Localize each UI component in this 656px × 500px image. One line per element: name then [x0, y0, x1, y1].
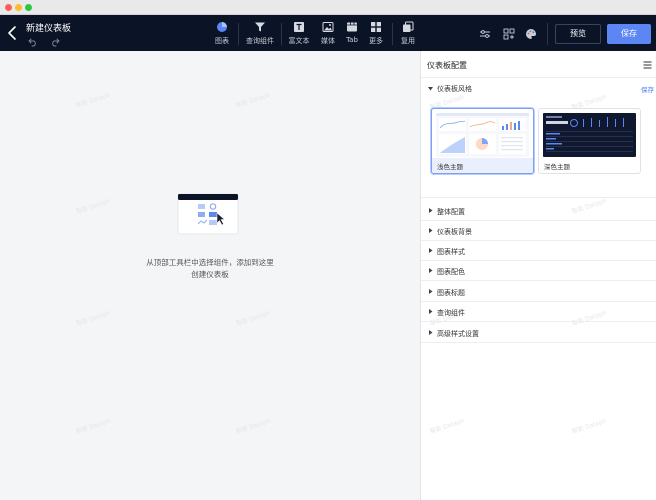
watermark: 智能 Dataph	[75, 309, 112, 328]
filter-icon	[255, 22, 265, 32]
caret-down-icon[interactable]	[428, 86, 433, 91]
tool-tab[interactable]: Tab	[343, 21, 361, 49]
watermark: 智能 Dataph	[75, 91, 112, 110]
section-dashboard-background-label: 仪表板背景	[437, 228, 472, 236]
tool-reuse-label: 复用	[401, 37, 415, 45]
tool-tab-label: Tab	[346, 36, 358, 44]
section-query-component[interactable]: 查询组件	[421, 302, 656, 322]
section-chart-style[interactable]: 图表样式	[421, 241, 656, 261]
section-chart-title-label: 图表标题	[437, 289, 465, 297]
watermark: 智能 Dataph	[429, 417, 466, 436]
theme-card-light[interactable]: 浅色主题	[431, 108, 534, 174]
empty-hint: 从顶部工具栏中选择组件，添加到这里 创建仪表板	[110, 257, 310, 281]
tab-icon	[347, 22, 357, 32]
tool-reuse[interactable]: 复用	[398, 21, 418, 49]
dashboard-canvas[interactable]: 智能 Dataph 智能 Dataph 智能 Dataph 智能 Dataph …	[0, 51, 420, 500]
chevron-left-icon[interactable]	[6, 24, 20, 42]
undo-icon[interactable]	[28, 37, 38, 47]
redo-icon[interactable]	[50, 37, 60, 47]
toolbar-divider	[281, 23, 282, 45]
section-query-component-label: 查询组件	[437, 309, 465, 317]
preview-button[interactable]: 预览	[555, 24, 601, 44]
section-advanced-style-label: 高级样式设置	[437, 330, 479, 338]
copy-icon	[403, 21, 414, 32]
caret-right-icon	[429, 268, 433, 273]
section-advanced-style[interactable]: 高级样式设置	[421, 323, 656, 343]
style-save-link[interactable]: 保存	[641, 84, 654, 94]
section-dashboard-style: 仪表板风格 保存 浅色主题 深色主题	[421, 78, 656, 198]
dark-theme-thumbnail	[543, 113, 636, 157]
theme-card-dark[interactable]: 深色主题	[538, 108, 641, 174]
toolbar-divider	[392, 23, 393, 45]
dashboard-title[interactable]: 新建仪表板	[26, 21, 71, 34]
minimize-window-button[interactable]	[15, 4, 22, 11]
tool-richtext[interactable]: 富文本	[287, 21, 311, 49]
watermark: 智能 Dataph	[75, 197, 112, 216]
section-chart-colors[interactable]: 图表配色	[421, 261, 656, 281]
watermark: 智能 Dataph	[235, 309, 272, 328]
watermark: 智能 Dataph	[235, 417, 272, 436]
toolbar-divider	[547, 23, 548, 45]
section-dashboard-style-label[interactable]: 仪表板风格	[437, 84, 472, 94]
tool-query-label: 查询组件	[246, 37, 274, 45]
zoom-window-button[interactable]	[25, 4, 32, 11]
tool-more[interactable]: 更多	[366, 21, 386, 49]
theme-dark-name: 深色主题	[544, 163, 570, 171]
theme-light-name: 浅色主题	[437, 163, 463, 171]
text-icon	[294, 22, 304, 32]
tool-query[interactable]: 查询组件	[244, 21, 276, 49]
tool-media[interactable]: 媒体	[318, 21, 338, 49]
save-button[interactable]: 保存	[607, 24, 651, 44]
toolbar-divider	[238, 23, 239, 45]
tool-richtext-label: 富文本	[288, 37, 310, 45]
section-dashboard-background[interactable]: 仪表板背景	[421, 221, 656, 241]
light-theme-thumbnail	[436, 113, 529, 157]
tool-chart-label: 图表	[215, 37, 229, 45]
close-window-button[interactable]	[5, 4, 12, 11]
grid-icon	[371, 22, 381, 32]
config-panel: 智能 Dataph 智能 Dataph 智能 Dataph 智能 Dataph …	[420, 51, 656, 500]
tool-media-label: 媒体	[321, 37, 335, 45]
panel-title: 仪表板配置	[427, 61, 467, 70]
section-overall-config[interactable]: 整体配置	[421, 201, 656, 221]
tool-chart[interactable]: 图表	[212, 21, 232, 49]
tool-more-label: 更多	[369, 37, 383, 45]
palette-icon[interactable]	[525, 28, 537, 40]
empty-hint-line1: 从顶部工具栏中选择组件，添加到这里	[146, 258, 274, 267]
top-toolbar: 新建仪表板 图表 查询组件 富文本 媒体 Tab 更多 复用 预览 保存	[0, 15, 656, 51]
panel-header: 仪表板配置	[421, 51, 656, 78]
layout-icon[interactable]	[503, 28, 515, 40]
sliders-icon[interactable]	[479, 28, 491, 40]
caret-right-icon	[429, 228, 433, 233]
window-titlebar	[0, 0, 656, 15]
caret-right-icon	[429, 330, 433, 335]
caret-right-icon	[429, 309, 433, 314]
pie-chart-icon	[217, 22, 227, 32]
watermark: 智能 Dataph	[571, 417, 608, 436]
section-chart-style-label: 图表样式	[437, 248, 465, 256]
watermark: 智能 Dataph	[75, 417, 112, 436]
section-chart-title[interactable]: 图表标题	[421, 282, 656, 302]
app-window: 新建仪表板 图表 查询组件 富文本 媒体 Tab 更多 复用 预览 保存 智能 …	[0, 0, 656, 500]
section-overall-config-label: 整体配置	[437, 208, 465, 216]
caret-right-icon	[429, 248, 433, 253]
section-chart-colors-label: 图表配色	[437, 268, 465, 276]
empty-dashboard-icon	[177, 193, 239, 235]
image-icon	[322, 22, 334, 32]
empty-hint-line2: 创建仪表板	[191, 270, 229, 279]
hamburger-icon[interactable]	[643, 61, 652, 69]
caret-right-icon	[429, 289, 433, 294]
caret-right-icon	[429, 208, 433, 213]
watermark: 智能 Dataph	[235, 91, 272, 110]
